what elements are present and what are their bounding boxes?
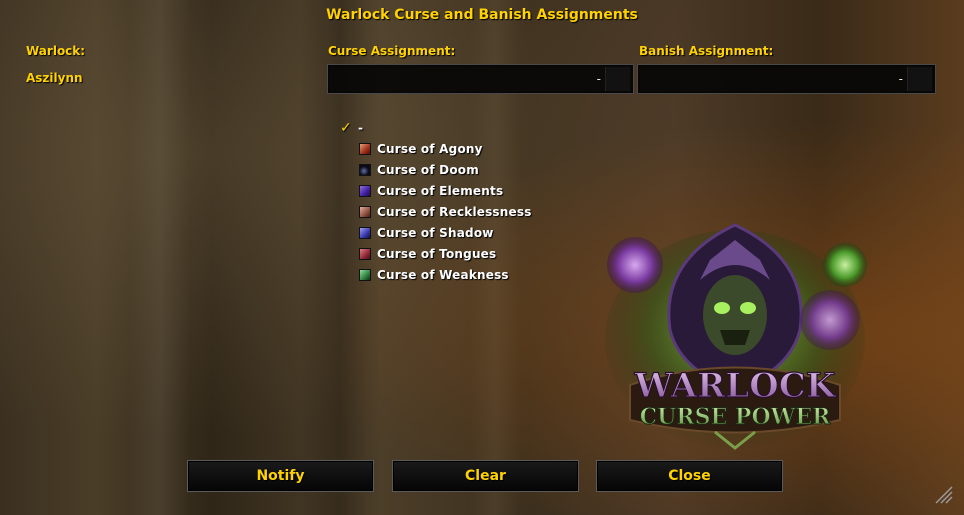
banish-dropdown-value: - [898,72,903,86]
curse-of-elements-icon [359,184,371,197]
menu-item-label: Curse of Elements [377,183,504,198]
menu-item-curse-of-weakness[interactable]: Curse of Weakness [340,264,532,285]
notify-button[interactable]: Notify [187,460,374,492]
menu-item-label: Curse of Agony [377,141,483,156]
logo-line-1: WARLOCK [634,366,837,406]
menu-item-curse-of-recklessness[interactable]: Curse of Recklessness [340,201,532,222]
banish-column-header: Banish Assignment: [639,44,774,58]
menu-item-label: Curse of Weakness [377,267,509,282]
curse-of-recklessness-icon [359,205,371,218]
addon-window: Warlock Curse and Banish Assignments War… [0,0,964,515]
window-title: Warlock Curse and Banish Assignments [326,7,638,23]
curse-of-doom-icon [359,163,371,176]
curse-of-shadow-icon [359,226,371,239]
curse-dropdown-value: - [596,72,601,86]
curse-of-weakness-icon [359,268,371,281]
menu-item-curse-of-tongues[interactable]: Curse of Tongues [340,243,532,264]
curse-column-header: Curse Assignment: [328,44,456,58]
warlock-column-header: Warlock: [26,44,86,58]
banish-assignment-dropdown[interactable]: - [637,64,936,94]
curse-of-agony-icon [359,142,371,155]
logo-line-2: CURSE POWER [640,404,831,430]
menu-item-curse-of-shadow[interactable]: Curse of Shadow [340,222,532,243]
checkmark-icon: ✓ [340,119,352,136]
menu-item-label: Curse of Doom [377,162,479,177]
background-streak [130,0,190,515]
menu-item-curse-of-elements[interactable]: Curse of Elements [340,180,532,201]
curse-assignment-dropdown[interactable]: - [327,64,634,94]
dropdown-arrow-icon[interactable] [605,67,630,91]
close-button[interactable]: Close [596,460,783,492]
warlock-curse-power-logo: WARLOCK CURSE POWER [605,223,867,450]
warlock-name: Aszilynn [26,71,83,85]
curse-dropdown-menu: ✓ - Curse of Agony Curse of Doom Curse o… [340,117,532,285]
curse-of-tongues-icon [359,247,371,260]
resize-grip-icon[interactable] [934,485,954,505]
menu-item-none[interactable]: ✓ - [340,117,532,138]
menu-item-label: Curse of Tongues [377,246,497,261]
menu-item-label: Curse of Shadow [377,225,494,240]
menu-item-label: - [358,120,364,135]
menu-item-curse-of-doom[interactable]: Curse of Doom [340,159,532,180]
dropdown-arrow-icon[interactable] [907,67,932,91]
clear-button[interactable]: Clear [392,460,579,492]
menu-item-curse-of-agony[interactable]: Curse of Agony [340,138,532,159]
menu-item-label: Curse of Recklessness [377,204,532,219]
